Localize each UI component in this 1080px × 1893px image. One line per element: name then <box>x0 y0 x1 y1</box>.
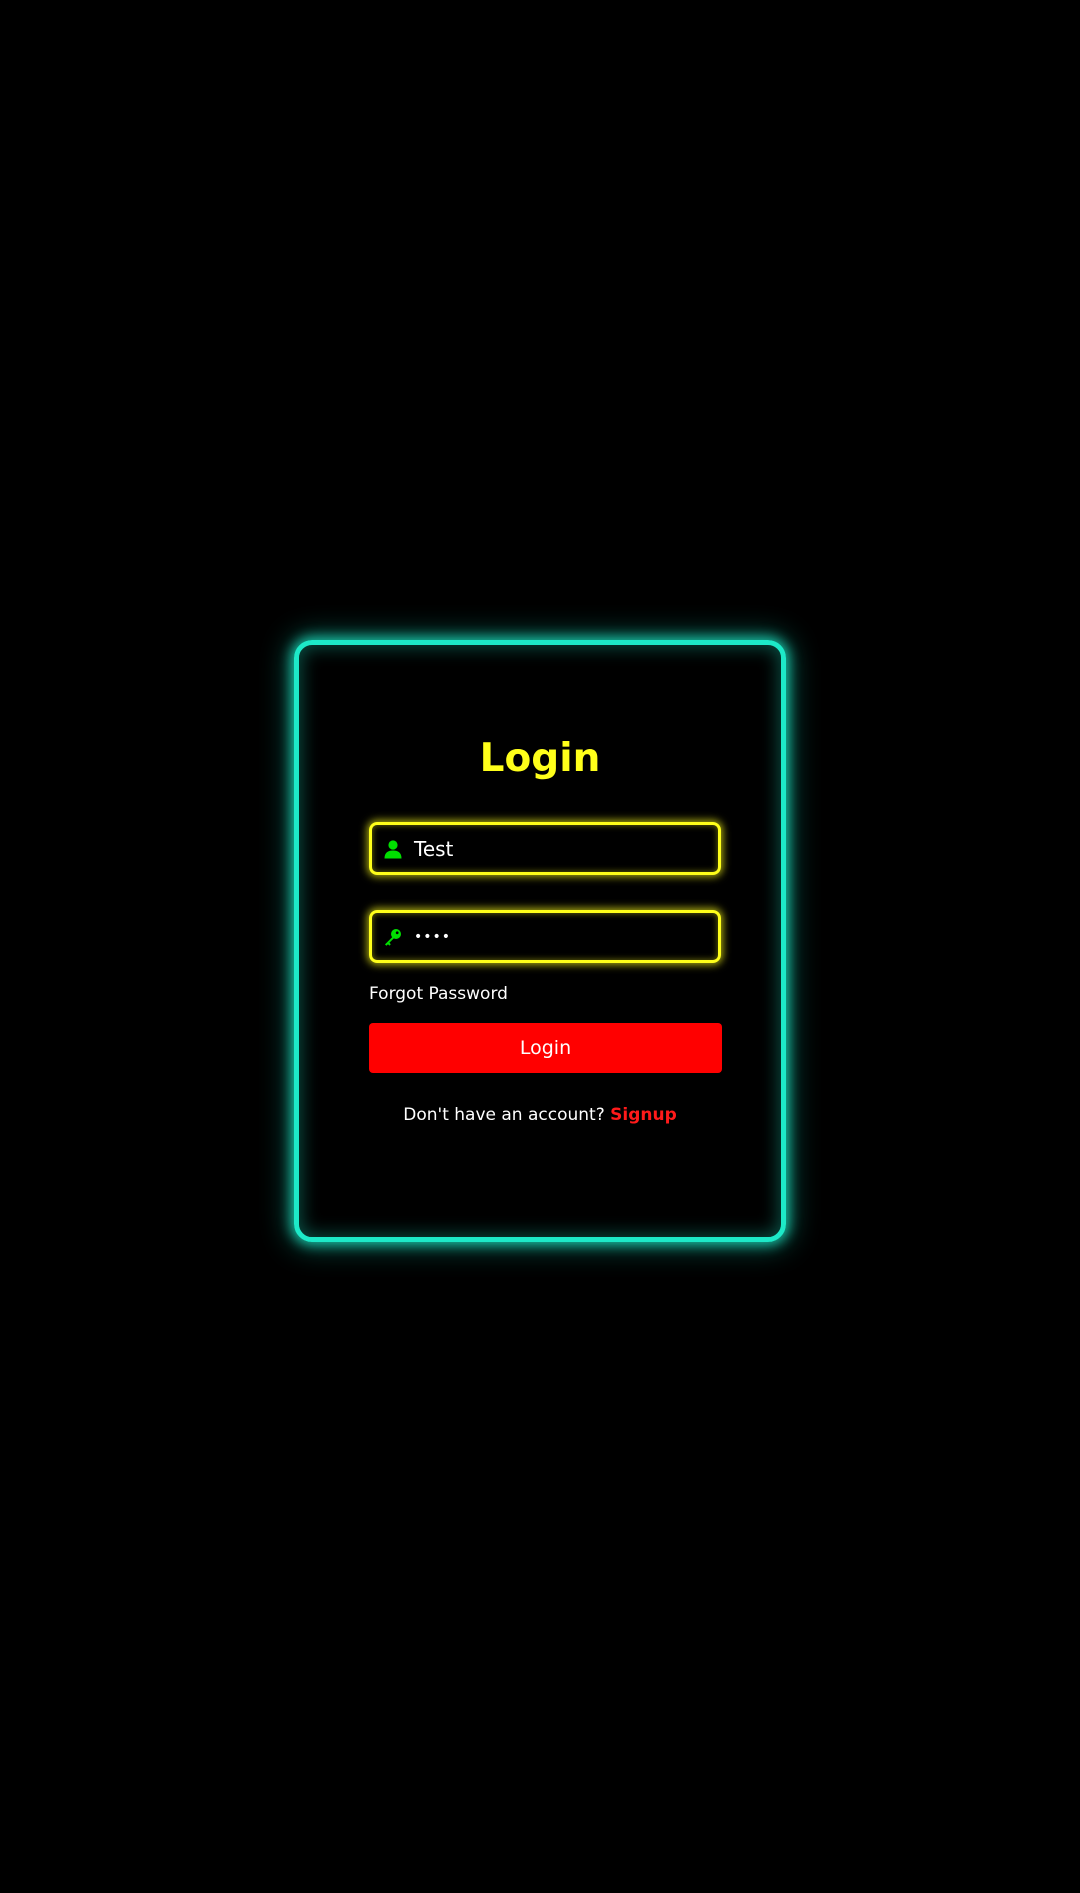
username-field[interactable]: Test <box>369 822 721 875</box>
user-icon <box>382 838 404 860</box>
password-field[interactable]: •••• <box>369 910 721 963</box>
forgot-password-link[interactable]: Forgot Password <box>369 986 508 1003</box>
username-value: Test <box>414 836 454 861</box>
login-title: Login <box>479 736 601 781</box>
signup-row: Don't have an account? Signup <box>299 1107 781 1124</box>
key-icon <box>382 926 404 948</box>
signup-prompt: Don't have an account? <box>403 1105 611 1125</box>
signup-link[interactable]: Signup <box>610 1105 677 1125</box>
login-button[interactable]: Login <box>369 1023 722 1073</box>
password-value: •••• <box>414 928 452 945</box>
login-card: Login Test •••• Forgot Password Login Do… <box>294 640 786 1242</box>
page: Login Test •••• Forgot Password Login Do… <box>0 0 1080 1893</box>
